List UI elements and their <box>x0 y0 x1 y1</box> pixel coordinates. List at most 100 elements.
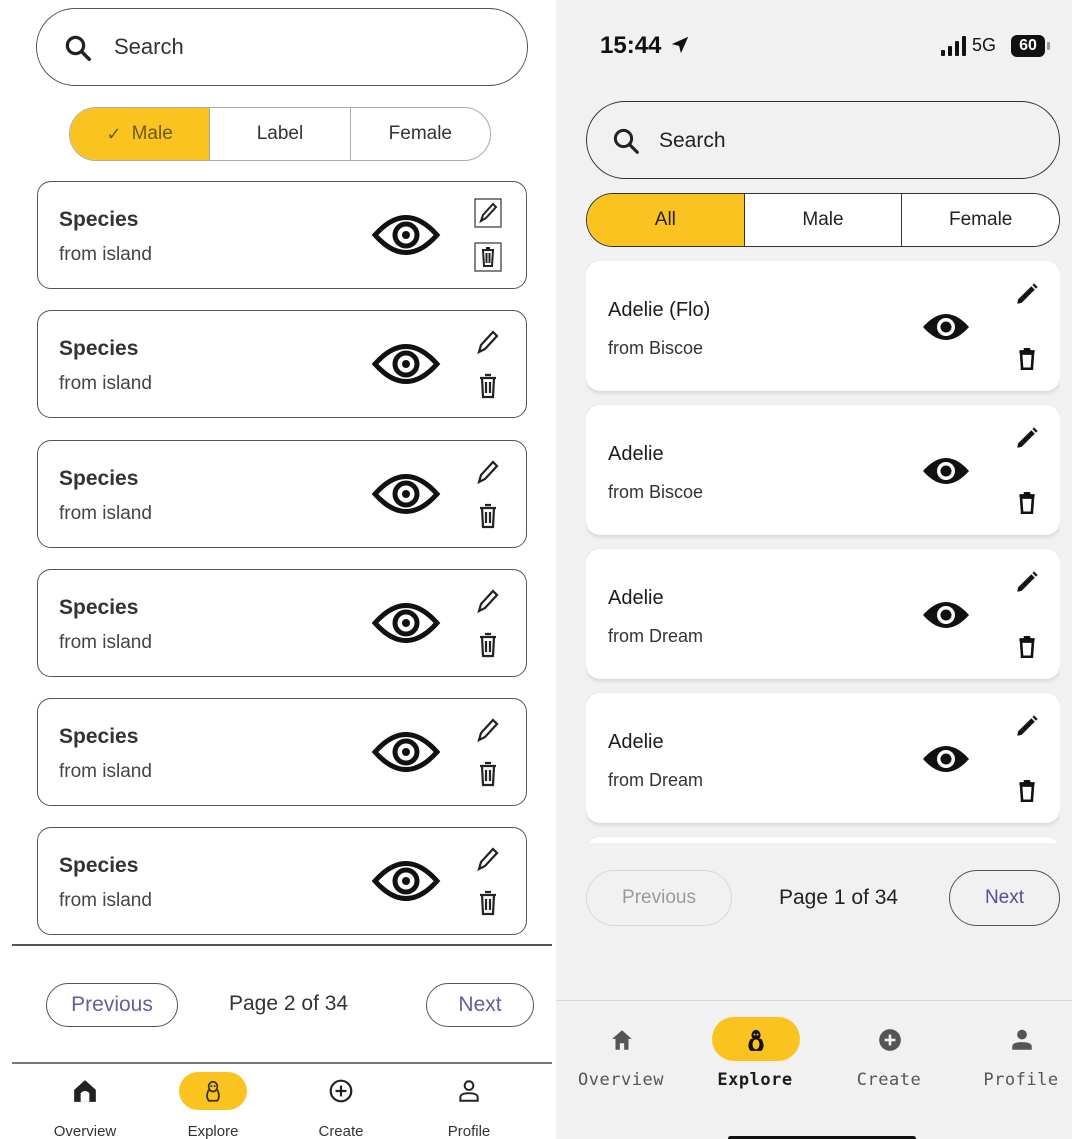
list-item[interactable]: Adelie from Biscoe <box>586 405 1060 535</box>
trash-icon[interactable] <box>474 371 502 401</box>
plus-circle-icon <box>879 1029 901 1051</box>
previous-button[interactable]: Previous <box>46 983 178 1027</box>
gender-filter: All Male Female <box>586 193 1060 247</box>
home-icon <box>74 1080 96 1102</box>
pencil-icon[interactable] <box>474 198 502 228</box>
next-button[interactable]: Next <box>426 983 534 1027</box>
item-subtitle: from Biscoe <box>608 338 704 358</box>
eye-icon[interactable] <box>371 208 441 262</box>
divider <box>556 1000 1072 1001</box>
item-subtitle: from Dream <box>608 626 704 646</box>
pencil-icon[interactable] <box>474 457 502 487</box>
pencil-icon[interactable] <box>1014 569 1040 595</box>
pencil-icon[interactable] <box>1014 425 1040 451</box>
nav-label: Overview <box>578 1070 664 1090</box>
filter-option-female[interactable]: Female <box>349 108 490 160</box>
gender-filter: ✓ Male Label Female <box>69 107 491 161</box>
trash-icon[interactable] <box>474 630 502 660</box>
trash-icon[interactable] <box>474 242 502 272</box>
pencil-icon[interactable] <box>474 715 502 745</box>
item-title: Adelie (Flo) <box>608 299 711 321</box>
status-time: 15:44 <box>600 32 662 59</box>
eye-icon[interactable] <box>371 725 441 779</box>
trash-icon[interactable] <box>1014 490 1040 516</box>
trash-icon[interactable] <box>474 501 502 531</box>
pencil-icon[interactable] <box>474 327 502 357</box>
next-button[interactable]: Next <box>949 870 1060 926</box>
nav-label: Create <box>318 1123 364 1139</box>
nav-item-profile[interactable]: Profile <box>961 1015 1072 1095</box>
nav-item-create[interactable]: Create <box>829 1015 949 1095</box>
list-item[interactable]: Species from island <box>37 569 527 677</box>
filter-option-label: Female <box>388 123 452 144</box>
nav-item-overview[interactable]: Overview <box>30 1070 140 1139</box>
pencil-icon[interactable] <box>474 586 502 616</box>
list-item[interactable]: Species from island <box>37 827 527 935</box>
plus-circle-icon <box>329 1079 353 1103</box>
penguin-list: Adelie (Flo) from Biscoe Adelie from Biscoe… <box>586 261 1060 843</box>
home-icon <box>612 1030 632 1050</box>
eye-icon[interactable] <box>920 739 972 779</box>
battery-level: 60 <box>1011 35 1045 57</box>
divider <box>12 1062 552 1064</box>
status-bar: 15:44 5G 60 <box>556 30 1072 64</box>
list-item[interactable]: Species from island <box>37 310 527 418</box>
search-bar[interactable]: Search <box>586 101 1060 179</box>
nav-item-explore[interactable]: Explore <box>158 1070 268 1139</box>
trash-icon[interactable] <box>1014 634 1040 660</box>
nav-item-overview[interactable]: Overview <box>561 1015 681 1095</box>
trash-icon[interactable] <box>1014 346 1040 372</box>
trash-icon[interactable] <box>1014 778 1040 804</box>
eye-icon[interactable] <box>371 337 441 391</box>
pencil-icon[interactable] <box>1014 281 1040 307</box>
item-subtitle: from Biscoe <box>608 482 704 502</box>
list-item[interactable]: Species from island <box>37 440 527 548</box>
previous-button[interactable]: Previous <box>586 870 732 926</box>
list-item[interactable] <box>586 837 1060 843</box>
pencil-icon[interactable] <box>474 844 502 874</box>
eye-icon[interactable] <box>371 596 441 650</box>
list-item[interactable]: Adelie (Flo) from Biscoe <box>586 261 1060 391</box>
trash-icon[interactable] <box>474 888 502 918</box>
item-title: Species <box>59 467 139 490</box>
item-subtitle: from island <box>59 373 152 394</box>
list-item[interactable]: Adelie from Dream <box>586 693 1060 823</box>
search-icon <box>65 35 91 61</box>
list-item[interactable]: Species from island <box>37 698 527 806</box>
nav-label: Profile <box>983 1070 1059 1090</box>
eye-icon[interactable] <box>920 595 972 635</box>
list-item[interactable]: Adelie from Dream <box>586 549 1060 679</box>
mockup-panel: Search ✓ Male Label Female Species from i… <box>0 0 556 1139</box>
search-bar[interactable]: Search <box>36 8 528 86</box>
item-subtitle: from Dream <box>608 770 704 790</box>
nav-label: Profile <box>447 1123 491 1139</box>
item-title: Species <box>59 596 139 619</box>
pencil-icon[interactable] <box>1014 713 1040 739</box>
filter-option-label[interactable]: Label <box>209 108 349 160</box>
filter-option-male[interactable]: Male <box>743 194 902 246</box>
eye-icon[interactable] <box>371 854 441 908</box>
search-placeholder: Search <box>114 34 184 59</box>
list-item[interactable]: Species from island <box>37 181 527 289</box>
eye-icon[interactable] <box>920 451 972 491</box>
item-title: Species <box>59 854 139 877</box>
nav-label: Create <box>856 1070 922 1090</box>
filter-option-all[interactable]: All <box>587 194 744 246</box>
item-title: Species <box>59 725 139 748</box>
search-placeholder: Search <box>659 129 726 152</box>
filter-option-male[interactable]: ✓ Male <box>70 108 210 160</box>
nav-item-create[interactable]: Create <box>286 1070 396 1139</box>
nav-label: Overview <box>53 1123 117 1139</box>
person-icon <box>459 1080 479 1102</box>
nav-label: Explore <box>717 1070 793 1090</box>
filter-option-label: Label <box>256 123 304 144</box>
nav-item-profile[interactable]: Profile <box>414 1070 524 1139</box>
item-subtitle: from island <box>59 503 152 524</box>
trash-icon[interactable] <box>474 759 502 789</box>
eye-icon[interactable] <box>920 307 972 347</box>
nav-item-explore[interactable]: Explore <box>695 1015 815 1095</box>
location-arrow-icon <box>671 36 689 54</box>
filter-option-female[interactable]: Female <box>901 194 1059 246</box>
item-title: Adelie <box>608 731 664 753</box>
eye-icon[interactable] <box>371 467 441 521</box>
